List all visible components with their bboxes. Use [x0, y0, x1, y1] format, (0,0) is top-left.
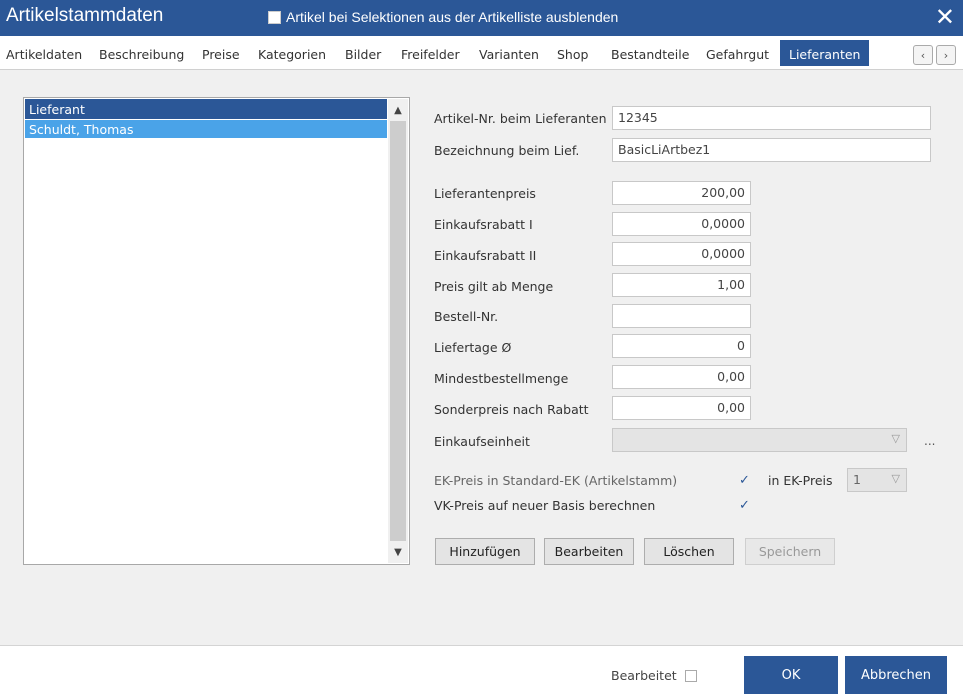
tab-bar: Artikeldaten Beschreibung Preise Kategor… — [0, 36, 963, 70]
tab-shop[interactable]: Shop — [557, 47, 588, 62]
lieferantenpreis-label: Lieferantenpreis — [434, 186, 536, 201]
einkaufseinheit-label: Einkaufseinheit — [434, 434, 530, 449]
chevron-right-icon[interactable]: › — [936, 45, 956, 65]
rabatt2-label: Einkaufsrabatt II — [434, 248, 537, 263]
hide-article-label: Artikel bei Selektionen aus der Artikell… — [286, 9, 619, 25]
save-button[interactable]: Speichern — [745, 538, 835, 565]
chevron-down-icon: ▽ — [891, 432, 900, 445]
tab-preise[interactable]: Preise — [202, 47, 240, 62]
vk-checkbox[interactable]: ✓ — [738, 499, 751, 512]
delete-button[interactable]: Löschen — [644, 538, 734, 565]
scrollbar[interactable]: ▲ ▼ — [388, 99, 408, 563]
liefertage-label: Liefertage Ø — [434, 340, 512, 355]
artikel-nr-label: Artikel-Nr. beim Lieferanten — [434, 111, 607, 126]
rabatt2-input[interactable]: 0,0000 — [612, 242, 751, 266]
bearbeitet-label: Bearbeitet — [611, 668, 677, 683]
menge-input[interactable]: 1,00 — [612, 273, 751, 297]
add-button[interactable]: Hinzufügen — [435, 538, 535, 565]
tab-gefahrgut[interactable]: Gefahrgut — [706, 47, 769, 62]
bezeichnung-label: Bezeichnung beim Lief. — [434, 143, 580, 158]
in-ek-preis-label: in EK-Preis — [768, 473, 833, 488]
sonderpreis-input[interactable]: 0,00 — [612, 396, 751, 420]
chevron-down-icon: ▽ — [891, 472, 900, 485]
edit-button[interactable]: Bearbeiten — [544, 538, 634, 565]
supplier-list[interactable]: Lieferant Schuldt, Thomas ▲ ▼ — [23, 97, 410, 565]
tab-kategorien[interactable]: Kategorien — [258, 47, 326, 62]
in-ek-preis-select[interactable]: 1 ▽ — [847, 468, 907, 492]
bezeichnung-input[interactable]: BasicLiArtbez1 — [612, 138, 931, 162]
mindestbestellmenge-input[interactable]: 0,00 — [612, 365, 751, 389]
tab-lieferanten[interactable]: Lieferanten — [780, 40, 870, 66]
liefertage-input[interactable]: 0 — [612, 334, 751, 358]
bestell-nr-label: Bestell-Nr. — [434, 309, 499, 324]
lieferantenpreis-input[interactable]: 200,00 — [612, 181, 751, 205]
scroll-down-icon[interactable]: ▼ — [388, 543, 408, 561]
mindestbestellmenge-label: Mindestbestellmenge — [434, 371, 569, 386]
list-item[interactable]: Schuldt, Thomas — [25, 120, 387, 138]
more-button[interactable]: ... — [924, 434, 935, 448]
rabatt1-input[interactable]: 0,0000 — [612, 212, 751, 236]
tab-beschreibung[interactable]: Beschreibung — [99, 47, 184, 62]
rabatt1-label: Einkaufsrabatt I — [434, 217, 533, 232]
title-bar: Artikelstammdaten Artikel bei Selektione… — [0, 0, 963, 36]
chevron-left-icon[interactable]: ‹ — [913, 45, 933, 65]
window-title: Artikelstammdaten — [6, 5, 164, 26]
in-ek-preis-value: 1 — [853, 472, 861, 487]
tab-varianten[interactable]: Varianten — [479, 47, 539, 62]
tab-freifelder[interactable]: Freifelder — [401, 47, 460, 62]
close-icon[interactable]: ✕ — [935, 3, 955, 31]
footer: Bearbeitet OK Abbrechen — [0, 645, 963, 699]
tab-bilder[interactable]: Bilder — [345, 47, 381, 62]
ok-button[interactable]: OK — [744, 656, 838, 694]
scroll-up-icon[interactable]: ▲ — [388, 101, 408, 119]
ek-standard-label: EK-Preis in Standard-EK (Artikelstamm) — [434, 473, 678, 488]
scroll-thumb[interactable] — [390, 121, 406, 541]
sonderpreis-label: Sonderpreis nach Rabatt — [434, 402, 589, 417]
hide-article-checkbox[interactable]: Artikel bei Selektionen aus der Artikell… — [268, 9, 618, 25]
list-header: Lieferant — [25, 99, 387, 119]
artikel-nr-input[interactable]: 12345 — [612, 106, 931, 130]
bearbeitet-checkbox[interactable] — [685, 670, 697, 682]
tab-bestandteile[interactable]: Bestandteile — [611, 47, 689, 62]
bestell-nr-input[interactable] — [612, 304, 751, 328]
vk-label: VK-Preis auf neuer Basis berechnen — [434, 498, 656, 513]
einkaufseinheit-select[interactable]: ▽ — [612, 428, 907, 452]
tab-artikeldaten[interactable]: Artikeldaten — [6, 47, 82, 62]
menge-label: Preis gilt ab Menge — [434, 279, 554, 294]
checkbox-box[interactable] — [268, 10, 281, 24]
ek-standard-checkbox[interactable]: ✓ — [738, 474, 751, 487]
cancel-button[interactable]: Abbrechen — [845, 656, 947, 694]
